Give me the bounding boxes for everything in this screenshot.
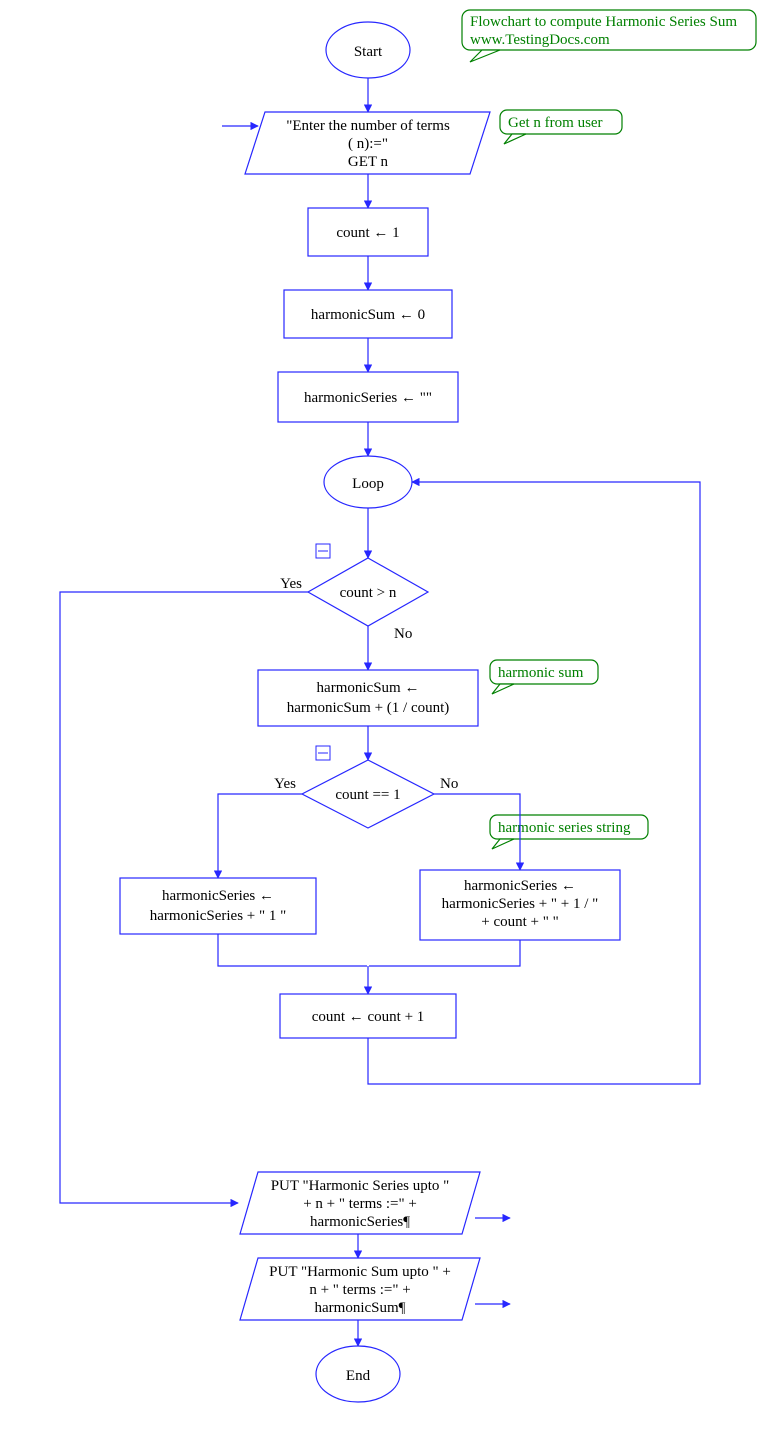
output2-l1: PUT "Harmonic Sum upto " + [269,1264,451,1280]
assign-hsum-l1: harmonicSum ← [317,680,420,696]
cond1-yes: Yes [280,576,302,592]
output1-l3: harmonicSeries¶ [310,1214,410,1230]
output1-l2: + n + " terms :=" + [303,1196,417,1212]
assign-left-l1: harmonicSeries ← [162,888,274,904]
assign-incr-text: count ← count + 1 [312,1009,425,1025]
input-line1: "Enter the number of terms [286,118,450,134]
input-note-text: Get n from user [508,115,603,131]
output2-l2: n + " terms :=" + [309,1282,410,1298]
cond2-yes: Yes [274,776,296,792]
input-line3: GET n [348,154,389,170]
assign-series-text: harmonicSeries ← "" [304,390,432,406]
assign-right-l3: + count + " " [481,914,559,930]
decision-count1-text: count == 1 [335,787,400,803]
merge-left [218,934,367,966]
output1-l1: PUT "Harmonic Series upto " [271,1178,450,1194]
assign-sum-text: harmonicSum ← 0 [311,307,425,323]
assign-right-l2: harmonicSeries + " + 1 / " [442,896,599,912]
merge-right [369,940,520,966]
loop-label: Loop [352,476,384,492]
output2-l3: harmonicSum¶ [315,1300,406,1316]
cond1-no: No [394,626,412,642]
series-note-tail [492,839,514,849]
cond2-no: No [440,776,458,792]
assign-left [120,878,316,934]
sum-note-text: harmonic sum [498,665,584,681]
input-line2: ( n):=" [348,136,388,152]
assign-right-l1: harmonicSeries ← [464,878,576,894]
series-note-text: harmonic series string [498,820,631,836]
title-note-line1: Flowchart to compute Harmonic Series Sum [470,14,737,30]
decision-countn-text: count > n [340,585,397,601]
end-label: End [346,1368,371,1384]
sum-note-tail [492,684,514,694]
assign-hsum [258,670,478,726]
assign-left-l2: harmonicSeries + " 1 " [150,908,287,924]
title-note-line2: www.TestingDocs.com [470,32,610,48]
title-note-tail [470,50,500,62]
start-label: Start [354,44,383,60]
cond2-yes-path [218,794,302,878]
assign-count-text: count ← 1 [336,225,399,241]
flowchart-canvas: Flowchart to compute Harmonic Series Sum… [0,0,768,1432]
input-note-tail [504,134,526,144]
assign-hsum-l2: harmonicSum + (1 / count) [287,700,450,716]
